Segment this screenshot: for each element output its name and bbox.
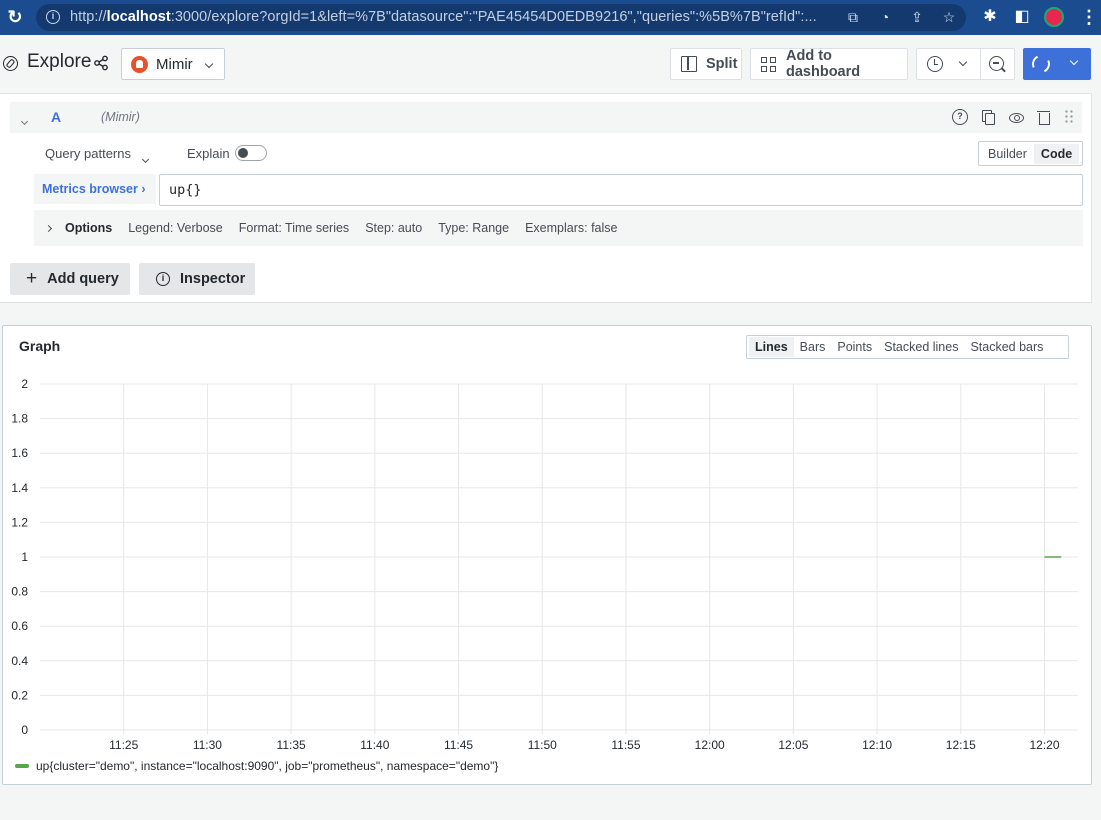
graph-title: Graph <box>19 338 61 354</box>
help-icon[interactable]: ? <box>952 109 968 125</box>
page-title: Explore <box>27 51 92 72</box>
add-query-button[interactable]: + Add query <box>10 263 130 295</box>
option-legend: Legend: Verbose <box>128 221 223 235</box>
query-options-row[interactable]: Options Legend: Verbose Format: Time ser… <box>34 210 1083 246</box>
explain-label: Explain <box>187 146 230 161</box>
y-tick-label: 0.6 <box>11 619 28 633</box>
y-tick-label: 1 <box>21 550 28 564</box>
hide-query-eye-icon[interactable] <box>1008 109 1024 125</box>
y-tick-label: 0 <box>21 723 28 737</box>
viz-stacked-bars[interactable]: Stacked bars <box>964 337 1049 357</box>
graph-chart[interactable]: 0 0.2 0.4 0.6 0.8 1 1.2 1.4 1.6 1.8 2 11:25 11:30 11:… <box>3 326 1093 786</box>
split-button[interactable]: Split <box>670 48 742 80</box>
mode-builder[interactable]: Builder <box>981 144 1034 164</box>
time-range-picker <box>916 48 1015 80</box>
explain-toggle[interactable] <box>235 145 267 161</box>
browser-menu-icon[interactable]: ⋮ <box>1080 6 1098 28</box>
clock-icon[interactable] <box>927 56 943 72</box>
x-tick-label: 11:50 <box>528 738 557 752</box>
split-icon <box>681 56 697 72</box>
option-exemplars: Exemplars: false <box>525 221 618 235</box>
y-tick-label: 0.4 <box>11 654 28 668</box>
legend-swatch[interactable] <box>15 764 29 768</box>
viz-points[interactable]: Points <box>831 337 878 357</box>
x-tick-label: 11:30 <box>193 738 222 752</box>
duplicate-query-icon[interactable] <box>980 109 996 125</box>
x-tick-label: 12:10 <box>862 738 892 752</box>
info-icon: i <box>156 272 170 286</box>
explore-toolbar: Explore Mimir Split Add to dashboard <box>0 35 1101 93</box>
x-tick-label: 12:15 <box>946 738 976 752</box>
viz-stacked-lines[interactable]: Stacked lines <box>878 337 964 357</box>
option-type: Type: Range <box>438 221 510 235</box>
refresh-icon <box>1029 52 1053 76</box>
chevron-right-icon <box>44 224 53 232</box>
query-editor-panel: A (Mimir) ? Query patterns Explain Build… <box>0 93 1092 303</box>
chevron-down-icon <box>20 117 29 126</box>
x-tick-label: 11:40 <box>360 738 389 752</box>
open-external-icon[interactable]: ⧉ <box>844 8 862 26</box>
legend: up{cluster="demo", instance="localhost:9… <box>15 759 498 773</box>
x-tick-label: 11:25 <box>109 738 138 752</box>
plus-icon: + <box>26 268 38 289</box>
y-tick-label: 1.2 <box>11 515 28 529</box>
sidepanel-icon[interactable]: ◧ <box>1011 6 1033 28</box>
share-icon[interactable] <box>93 55 109 71</box>
share-page-icon[interactable]: ⇪ <box>908 8 926 26</box>
y-tick-label: 1.4 <box>11 481 28 495</box>
query-row-header: A (Mimir) ? <box>10 102 1082 133</box>
x-tick-label: 11:35 <box>277 738 306 752</box>
drag-handle-icon[interactable] <box>1064 109 1074 125</box>
query-expression-input[interactable]: up{} <box>159 174 1083 206</box>
chevron-down-icon <box>204 59 214 69</box>
x-tick-label: 12:05 <box>778 738 808 752</box>
browser-toolbar: ↻ i http://localhost:3000/explore?orgId=… <box>0 0 1101 35</box>
bookmark-star-icon[interactable]: ☆ <box>940 8 958 26</box>
x-tick-label: 12:00 <box>695 738 725 752</box>
profile-avatar[interactable] <box>1044 7 1064 27</box>
zoom-out-icon[interactable] <box>989 56 1004 71</box>
prometheus-logo-icon <box>131 56 148 73</box>
mode-code[interactable]: Code <box>1033 143 1080 164</box>
dashboard-grid-icon <box>761 56 776 72</box>
y-tick-label: 1.6 <box>11 446 28 460</box>
editor-mode-switch: Builder Code <box>978 141 1083 166</box>
site-info-icon[interactable]: i <box>46 10 60 24</box>
viz-lines[interactable]: Lines <box>749 337 794 357</box>
y-tick-label: 2 <box>21 377 28 391</box>
x-tick-label: 11:45 <box>444 738 473 752</box>
performance-icon[interactable]: ◔ <box>876 8 894 26</box>
run-query-button[interactable] <box>1023 48 1091 80</box>
visualization-type-switch: Lines Bars Points Stacked lines Stacked … <box>746 335 1069 359</box>
y-tick-label: 1.8 <box>11 412 28 426</box>
time-range-chevron-icon[interactable] <box>958 57 968 67</box>
extensions-puzzle-icon[interactable]: ✱ <box>979 6 1001 28</box>
x-tick-label: 11:55 <box>611 738 640 752</box>
option-format: Format: Time series <box>238 221 350 235</box>
inspector-button[interactable]: i Inspector <box>139 263 255 295</box>
url-text[interactable]: http://localhost:3000/explore?orgId=1&le… <box>70 9 817 25</box>
address-bar[interactable]: i http://localhost:3000/explore?orgId=1&… <box>36 4 966 31</box>
metrics-browser-button[interactable]: Metrics browser › <box>34 174 156 204</box>
query-ref-id[interactable]: A <box>51 109 61 125</box>
refresh-interval-chevron-icon[interactable] <box>1069 56 1079 66</box>
collapse-query-button[interactable] <box>20 111 29 129</box>
y-tick-label: 0.8 <box>11 585 28 599</box>
query-patterns-dropdown[interactable]: Query patterns <box>45 146 131 161</box>
datasource-name: Mimir <box>156 56 193 73</box>
legend-label[interactable]: up{cluster="demo", instance="localhost:9… <box>36 759 498 773</box>
datasource-picker[interactable]: Mimir <box>121 48 225 80</box>
compass-icon <box>3 56 18 71</box>
graph-panel: 0 0.2 0.4 0.6 0.8 1 1.2 1.4 1.6 1.8 2 11:25 11:30 11:… <box>2 325 1092 785</box>
x-tick-label: 12:20 <box>1030 738 1060 752</box>
reload-icon[interactable]: ↻ <box>6 7 24 27</box>
delete-query-trash-icon[interactable] <box>1036 109 1052 125</box>
y-tick-label: 0.2 <box>11 688 28 702</box>
query-datasource-label: (Mimir) <box>101 110 140 124</box>
option-step: Step: auto <box>365 221 423 235</box>
chevron-down-icon[interactable] <box>141 149 150 167</box>
options-title: Options <box>65 221 113 235</box>
viz-bars[interactable]: Bars <box>794 337 832 357</box>
add-to-dashboard-button[interactable]: Add to dashboard <box>750 48 908 80</box>
